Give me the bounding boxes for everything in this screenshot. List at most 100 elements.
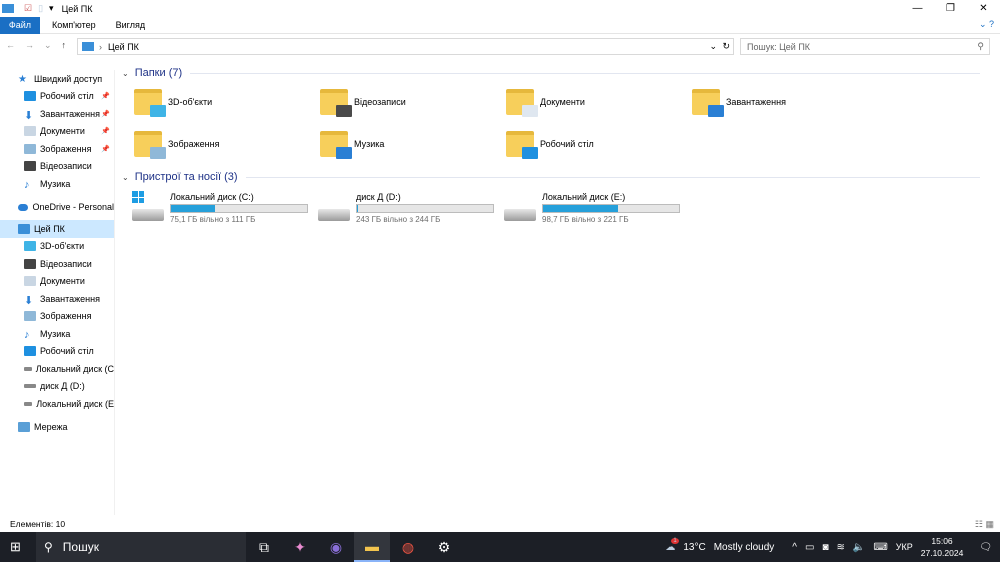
notifications-icon[interactable]: 🗨 — [979, 542, 992, 553]
time: 15:06 — [931, 536, 953, 546]
drive-icon — [132, 191, 164, 221]
drive-item[interactable]: Локальний диск (E:) 98,7 ГБ вільно з 221… — [504, 192, 690, 224]
tab-computer[interactable]: Комп'ютер — [52, 20, 96, 30]
tab-file[interactable]: Файл — [0, 16, 40, 34]
task-view-icon[interactable]: ⧉ — [246, 532, 282, 562]
folders-group-header[interactable]: ⌄ Папки (7) — [120, 62, 1000, 84]
sidebar-item-pictures[interactable]: Зображення — [0, 308, 114, 326]
expand-ribbon-icon[interactable]: ⌄ ? — [979, 19, 994, 30]
sidebar-this-pc[interactable]: Цей ПК — [0, 220, 114, 238]
folder-icon — [692, 89, 724, 117]
viber-icon[interactable]: ◉ — [318, 532, 354, 562]
folder-item[interactable]: Зображення — [134, 126, 320, 162]
sidebar-network[interactable]: Мережа — [0, 419, 114, 437]
back-button[interactable]: ← — [6, 40, 15, 50]
file-explorer-icon[interactable]: ▬ — [354, 532, 390, 562]
keyboard-icon[interactable]: ⌨ — [873, 542, 887, 553]
label: OneDrive - Personal — [32, 202, 114, 213]
wifi-icon[interactable]: ≋ — [837, 542, 845, 553]
sidebar-quick-access[interactable]: ★ Швидкий доступ — [0, 70, 114, 88]
label: Робочий стіл — [40, 346, 94, 357]
music-icon: ♪ — [24, 178, 30, 191]
folder-icon — [320, 131, 352, 159]
folder-item[interactable]: 3D-об'єкти — [134, 84, 320, 120]
forward-button[interactable]: → — [25, 40, 34, 50]
drive-icon — [24, 384, 36, 389]
weather-icon[interactable]: ☁ 1 — [665, 537, 679, 553]
title-bar: ☑ ▯ ▾ Цей ПК — ❐ ✕ — [0, 0, 1000, 17]
restore-button[interactable]: ❐ — [934, 0, 967, 17]
label: Зображення — [40, 143, 92, 154]
language-indicator[interactable]: УКР — [896, 542, 913, 552]
drive-icon — [504, 209, 536, 221]
customize-quick-access-icon[interactable]: ▾ — [49, 3, 54, 14]
sidebar-item-drive-d[interactable]: диск Д (D:) — [0, 378, 114, 396]
sidebar-item-documents[interactable]: Документи — [0, 273, 114, 291]
weather-temp[interactable]: 13°C — [683, 542, 705, 553]
notification-badge: 1 — [671, 537, 679, 544]
search-placeholder: Пошук: Цей ПК — [747, 41, 811, 52]
sidebar-item-music[interactable]: ♪ Музика — [0, 325, 114, 343]
sidebar-onedrive[interactable]: OneDrive - Personal — [0, 199, 114, 217]
show-hidden-icons[interactable]: ^ — [792, 542, 797, 553]
folder-item[interactable]: Завантаження — [692, 84, 878, 120]
new-folder-icon[interactable]: ▯ — [38, 3, 43, 14]
recent-dropdown[interactable]: ⌄ — [44, 40, 52, 51]
start-button[interactable]: ⊞ — [10, 539, 21, 555]
folder-item[interactable]: Відеозаписи — [320, 84, 506, 120]
folder-item[interactable]: Музика — [320, 126, 506, 162]
search-icon: ⚲ — [977, 41, 984, 51]
sidebar-item-downloads[interactable]: ⬇ Завантаження — [0, 290, 114, 308]
properties-icon[interactable]: ☑ — [24, 3, 32, 14]
sidebar-item-pictures[interactable]: Зображення 📌 — [0, 140, 114, 158]
pin-icon: 📌 — [101, 110, 110, 118]
sidebar-item-desktop[interactable]: Робочий стіл 📌 — [0, 88, 114, 106]
tab-view[interactable]: Вигляд — [116, 20, 146, 30]
sidebar-item-drive-e[interactable]: Локальний диск (E — [0, 395, 114, 413]
battery-icon[interactable]: ▭ — [805, 542, 814, 553]
clock[interactable]: 15:06 27.10.2024 — [921, 535, 964, 559]
sidebar-item-videos[interactable]: Відеозаписи — [0, 158, 114, 176]
search-icon: ⚲ — [44, 540, 53, 554]
breadcrumb[interactable]: Цей ПК — [108, 42, 139, 52]
search-label: Пошук — [62, 540, 99, 554]
folder-icon — [320, 89, 352, 117]
camera-icon[interactable]: ◙ — [822, 542, 828, 553]
close-button[interactable]: ✕ — [967, 0, 1000, 17]
label: Документи — [40, 126, 85, 137]
drive-item[interactable]: Локальний диск (C:) 75,1 ГБ вільно з 111… — [132, 191, 318, 224]
volume-icon[interactable]: 🔈 — [853, 542, 865, 553]
up-button[interactable]: ↑ — [62, 40, 67, 50]
date: 27.10.2024 — [920, 548, 964, 558]
drive-usage-bar — [542, 204, 680, 213]
address-dropdown-icon[interactable]: ⌄ — [709, 41, 717, 52]
settings-icon[interactable]: ⚙ — [426, 532, 462, 562]
folder-item[interactable]: Робочий стіл — [506, 126, 692, 162]
sidebar-item-videos[interactable]: Відеозаписи — [0, 255, 114, 273]
taskbar-search[interactable]: ⚲ Пошук — [36, 532, 246, 562]
sidebar-item-downloads[interactable]: ⬇ Завантаження 📌 — [0, 105, 114, 123]
view-toggle-icons[interactable]: ☷ ▦ — [975, 519, 994, 530]
sidebar-item-3d[interactable]: 3D-об'єкти — [0, 238, 114, 256]
pin-icon: 📌 — [101, 128, 110, 136]
folder-item[interactable]: Документи — [506, 84, 692, 120]
drive-free-space: 98,7 ГБ вільно з 221 ГБ — [542, 215, 629, 224]
chrome-icon[interactable]: ◍ — [390, 532, 426, 562]
refresh-icon[interactable]: ↻ — [722, 41, 730, 52]
devices-group-header[interactable]: ⌄ Пристрої та носії (3) — [120, 166, 1000, 188]
weather-text[interactable]: Mostly cloudy — [714, 542, 775, 553]
label: Документи — [40, 276, 85, 287]
folder-name: 3D-об'єкти — [168, 97, 213, 107]
sidebar-item-documents[interactable]: Документи 📌 — [0, 123, 114, 141]
drive-free-space: 75,1 ГБ вільно з 111 ГБ — [170, 215, 256, 224]
video-icon — [24, 161, 36, 172]
copilot-icon[interactable]: ✦ — [282, 532, 318, 562]
sidebar-item-drive-c[interactable]: Локальний диск (C — [0, 360, 114, 378]
minimize-button[interactable]: — — [901, 0, 934, 17]
search-input[interactable]: Пошук: Цей ПК ⚲ — [740, 38, 990, 55]
address-bar[interactable]: › Цей ПК ⌄ ↻ — [77, 38, 734, 55]
sidebar-item-desktop[interactable]: Робочий стіл — [0, 343, 114, 361]
drive-item[interactable]: диск Д (D:) 243 ГБ вільно з 244 ГБ — [318, 192, 504, 224]
pictures-icon — [24, 143, 36, 154]
sidebar-item-music[interactable]: ♪ Музика — [0, 175, 114, 193]
